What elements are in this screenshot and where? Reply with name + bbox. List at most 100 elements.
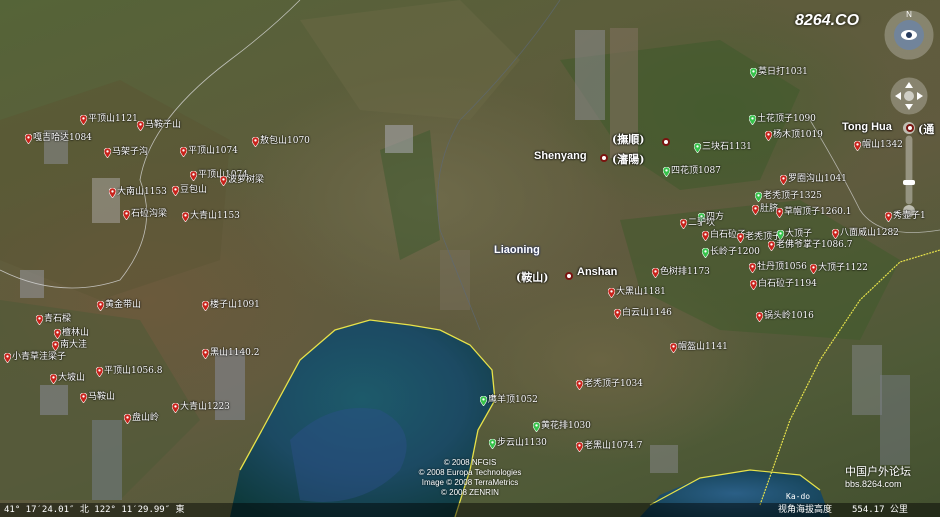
red-placemark-icon[interactable] bbox=[702, 231, 709, 241]
status-bar: 41° 17′24.01″ 北 122° 11′29.99″ 東 Ka-do 视… bbox=[0, 492, 940, 517]
credit-line: © 2008 Europa Technologies bbox=[418, 468, 522, 477]
credit-line: © 2008 NFGIS bbox=[443, 458, 497, 467]
svg-text:N: N bbox=[906, 10, 912, 19]
peak-label: 马架子沟 bbox=[112, 147, 149, 157]
red-placemark-icon[interactable] bbox=[50, 374, 57, 384]
green-placemark-icon[interactable] bbox=[663, 167, 670, 177]
peak-label: 大青山1153 bbox=[190, 211, 240, 221]
red-placemark-icon[interactable] bbox=[124, 414, 131, 424]
red-placemark-icon[interactable] bbox=[752, 205, 759, 215]
peak-label: 杨木顶1019 bbox=[773, 130, 823, 140]
navigation-controls[interactable]: N + − bbox=[880, 8, 938, 218]
red-placemark-icon[interactable] bbox=[104, 148, 111, 158]
red-placemark-icon[interactable] bbox=[576, 442, 583, 452]
imagery-credits: © 2008 NFGIS © 2008 Europa Technologies … bbox=[400, 458, 540, 498]
red-placemark-icon[interactable] bbox=[737, 233, 744, 243]
red-placemark-icon[interactable] bbox=[756, 312, 763, 322]
red-placemark-icon[interactable] bbox=[252, 137, 259, 147]
red-placemark-icon[interactable] bbox=[182, 212, 189, 222]
terrain-layer bbox=[0, 0, 940, 517]
city-anshan-label: Anshan bbox=[577, 266, 618, 278]
green-placemark-icon[interactable] bbox=[489, 439, 496, 449]
peak-label: 大黑山1181 bbox=[616, 287, 666, 297]
peak-label: 二驴坎 bbox=[688, 218, 716, 228]
red-placemark-icon[interactable] bbox=[680, 219, 687, 229]
city-tonghua-cn-label: (通 bbox=[918, 123, 935, 136]
red-placemark-icon[interactable] bbox=[36, 315, 43, 325]
red-placemark-icon[interactable] bbox=[832, 229, 839, 239]
green-placemark-icon[interactable] bbox=[750, 68, 757, 78]
red-placemark-icon[interactable] bbox=[109, 188, 116, 198]
red-placemark-icon[interactable] bbox=[172, 403, 179, 413]
red-placemark-icon[interactable] bbox=[202, 349, 209, 359]
peak-label: 平顶山1121 bbox=[88, 114, 138, 124]
look-around-icon[interactable]: N bbox=[884, 10, 934, 60]
green-placemark-icon[interactable] bbox=[702, 248, 709, 258]
peak-label: 嘎吉哈达1084 bbox=[33, 133, 92, 143]
peak-label: 黄花排1030 bbox=[541, 421, 591, 431]
city-tonghua-marker[interactable] bbox=[906, 124, 914, 132]
red-placemark-icon[interactable] bbox=[608, 288, 615, 298]
green-placemark-icon[interactable] bbox=[480, 396, 487, 406]
peak-label: 平顶山1074 bbox=[188, 146, 238, 156]
peak-label: 长岭子1200 bbox=[710, 247, 760, 257]
red-placemark-icon[interactable] bbox=[80, 115, 87, 125]
red-placemark-icon[interactable] bbox=[97, 301, 104, 311]
peak-label: 帽盔山1141 bbox=[678, 342, 728, 352]
peak-label: 檀林山 bbox=[62, 328, 90, 338]
satellite-map[interactable]: 8264.CO N + − Liaoning Shenyang (撫順) (瀋陽… bbox=[0, 0, 940, 517]
red-placemark-icon[interactable] bbox=[614, 309, 621, 319]
green-placemark-icon[interactable] bbox=[777, 230, 784, 240]
green-placemark-icon[interactable] bbox=[533, 422, 540, 432]
red-placemark-icon[interactable] bbox=[576, 380, 583, 390]
red-placemark-icon[interactable] bbox=[190, 171, 197, 181]
peak-label: 豆包山 bbox=[180, 185, 208, 195]
red-placemark-icon[interactable] bbox=[123, 210, 130, 220]
red-placemark-icon[interactable] bbox=[137, 121, 144, 131]
red-placemark-icon[interactable] bbox=[172, 186, 179, 196]
red-placemark-icon[interactable] bbox=[52, 341, 59, 351]
red-placemark-icon[interactable] bbox=[670, 343, 677, 353]
green-placemark-icon[interactable] bbox=[694, 143, 701, 153]
peak-label: 老秃顶子1034 bbox=[584, 379, 643, 389]
peak-label: 秀壶子1 bbox=[893, 211, 926, 221]
red-placemark-icon[interactable] bbox=[810, 264, 817, 274]
red-placemark-icon[interactable] bbox=[202, 301, 209, 311]
peak-label: 敖包山1070 bbox=[260, 136, 310, 146]
green-placemark-icon[interactable] bbox=[755, 192, 762, 202]
red-placemark-icon[interactable] bbox=[780, 175, 787, 185]
red-placemark-icon[interactable] bbox=[25, 134, 32, 144]
peak-label: 土花顶子1090 bbox=[757, 114, 816, 124]
zoom-slider[interactable]: + − bbox=[903, 122, 915, 217]
red-placemark-icon[interactable] bbox=[765, 131, 772, 141]
peak-label: 老佛爷掌子1086.7 bbox=[776, 240, 853, 250]
red-placemark-icon[interactable] bbox=[750, 280, 757, 290]
city-fushun-marker[interactable] bbox=[662, 138, 670, 146]
peak-label: 大青山1223 bbox=[180, 402, 230, 412]
city-fushun-cn-label: (撫順) bbox=[612, 133, 645, 146]
peak-label: 大顶子 bbox=[785, 229, 813, 239]
pan-control-icon[interactable] bbox=[890, 77, 928, 115]
red-placemark-icon[interactable] bbox=[768, 241, 775, 251]
peak-label: 大南山1153 bbox=[117, 187, 167, 197]
peak-label: 波萝树梁 bbox=[228, 175, 265, 185]
red-placemark-icon[interactable] bbox=[80, 393, 87, 403]
city-anshan-cn-label: (鞍山) bbox=[516, 271, 549, 284]
red-placemark-icon[interactable] bbox=[885, 212, 892, 222]
city-shenyang-marker[interactable] bbox=[600, 154, 608, 162]
red-placemark-icon[interactable] bbox=[4, 353, 11, 363]
peak-label: 大顶子1122 bbox=[818, 263, 868, 273]
red-placemark-icon[interactable] bbox=[854, 141, 861, 151]
red-placemark-icon[interactable] bbox=[180, 147, 187, 157]
red-placemark-icon[interactable] bbox=[96, 367, 103, 377]
red-placemark-icon[interactable] bbox=[220, 176, 227, 186]
red-placemark-icon[interactable] bbox=[749, 263, 756, 273]
red-placemark-icon[interactable] bbox=[54, 329, 61, 339]
peak-label: 青石樑 bbox=[44, 314, 72, 324]
green-placemark-icon[interactable] bbox=[749, 115, 756, 125]
city-anshan-marker[interactable] bbox=[565, 272, 573, 280]
peak-label: 老黑山1074.7 bbox=[584, 441, 643, 451]
red-placemark-icon[interactable] bbox=[652, 268, 659, 278]
peak-label: 楼子山1091 bbox=[210, 300, 260, 310]
peak-label: 白云山1146 bbox=[622, 308, 672, 318]
